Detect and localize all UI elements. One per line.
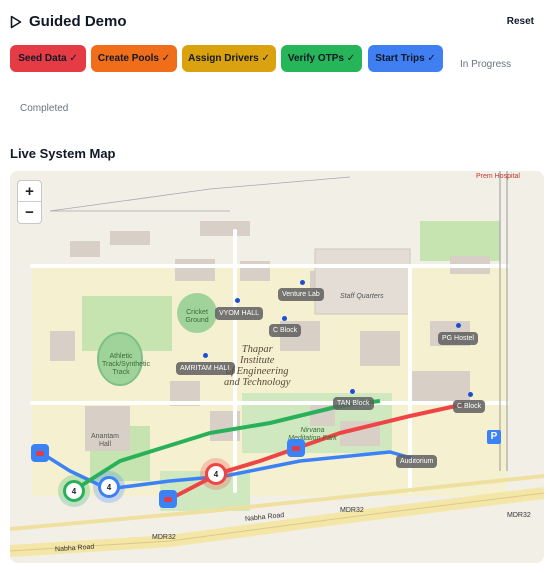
label-auditorium[interactable]: Auditorium [396, 455, 438, 468]
label-c-block[interactable]: C Block [269, 324, 302, 337]
label-mdr32-east: MDR32 [507, 512, 531, 519]
header: Guided Demo Reset [10, 12, 544, 34]
label-mdr32-west: MDR32 [152, 534, 176, 541]
in-progress-label: In Progress [460, 59, 512, 70]
label-prem-hospital: Prem Hospital [476, 173, 520, 180]
start-trips-button[interactable]: Start Trips ✓ [368, 45, 443, 72]
label-vyom-hall[interactable]: VYOM HALL [215, 307, 264, 320]
location-pin [203, 353, 208, 358]
live-system-map[interactable]: + − Venture Lab VYOM HALL C Block PG Hos… [10, 171, 544, 563]
parking-icon: P [487, 430, 501, 444]
location-pin [235, 298, 240, 303]
location-pin [468, 392, 473, 397]
label-tan-block[interactable]: TAN Block [333, 397, 374, 410]
zoom-out-button[interactable]: − [18, 202, 41, 223]
label-pg-hostel[interactable]: PG Hostel [438, 332, 478, 345]
location-pin [300, 280, 305, 285]
seed-data-button[interactable]: Seed Data ✓ [10, 45, 86, 72]
pool-marker-blue[interactable]: 4 [98, 476, 120, 498]
label-c-block-2[interactable]: C Block [453, 400, 486, 413]
pool-marker-green[interactable]: 4 [63, 480, 85, 502]
location-pin [350, 389, 355, 394]
label-staff-quarters: Staff Quarters [340, 293, 384, 300]
location-pin [282, 316, 287, 321]
zoom-in-button[interactable]: + [18, 181, 41, 202]
reset-button[interactable]: Reset [507, 14, 534, 30]
label-anantam-hall: Anantam Hall [90, 433, 120, 448]
completed-label: Completed [20, 103, 69, 114]
verify-otps-button[interactable]: Verify OTPs ✓ [281, 45, 362, 72]
location-pin [456, 323, 461, 328]
car-icon[interactable] [287, 439, 305, 457]
label-athletic-track: Athletic Track/Synthetic Track [102, 353, 150, 376]
assign-drivers-button[interactable]: Assign Drivers ✓ [182, 45, 276, 72]
demo-steps: Seed Data ✓ Create Pools ✓ Assign Driver… [10, 45, 544, 73]
create-pools-button[interactable]: Create Pools ✓ [91, 45, 177, 72]
page-title: Guided Demo [29, 13, 127, 30]
label-venture-lab[interactable]: Venture Lab [278, 288, 324, 301]
car-icon[interactable] [159, 490, 177, 508]
pool-marker-red[interactable]: 4 [205, 463, 227, 485]
label-mdr32-middle: MDR32 [340, 507, 364, 514]
car-icon[interactable] [31, 444, 49, 462]
label-cricket-ground: Cricket Ground [185, 309, 209, 324]
zoom-control: + − [17, 180, 42, 224]
play-icon [10, 15, 22, 29]
campus-name: Thapar Institute of Engineering and Tech… [224, 344, 291, 388]
map-heading: Live System Map [10, 146, 116, 161]
